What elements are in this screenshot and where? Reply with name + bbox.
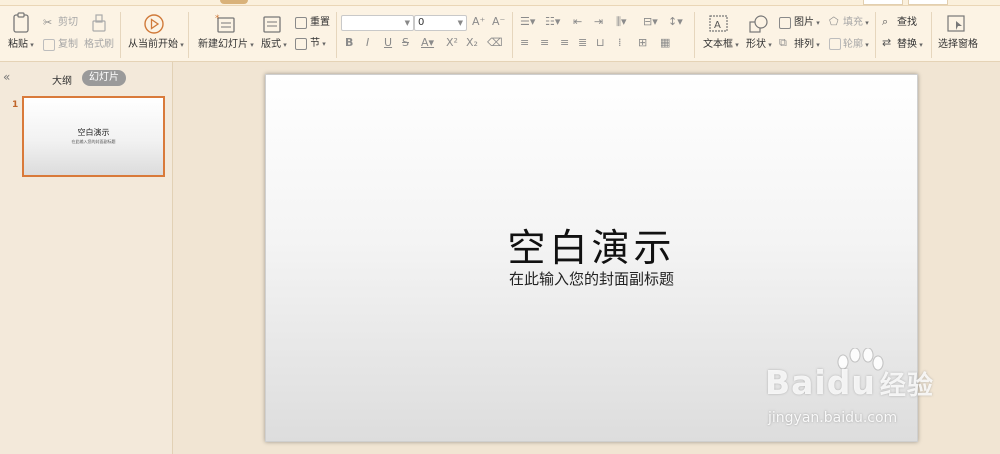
format-painter-button[interactable]: 格式刷 — [84, 39, 114, 51]
text-box-icon[interactable]: A — [708, 14, 730, 34]
tab-outline[interactable]: 大纲 — [52, 72, 72, 87]
play-from-current-button[interactable]: 从当前开始 — [128, 39, 184, 51]
slide-title[interactable]: 空白演示 — [266, 217, 917, 272]
bullet-list-icon[interactable]: ☰▾ — [520, 16, 535, 28]
align-left-icon[interactable]: ≡ — [520, 37, 529, 49]
font-size-value: 0 — [418, 17, 425, 28]
picture-button[interactable]: 图片 — [794, 17, 820, 29]
outline-icon — [829, 38, 841, 50]
text-direction-icon[interactable]: ⫼▾ — [616, 16, 627, 28]
svg-text:*: * — [215, 14, 220, 24]
fill-icon: ⬠ — [829, 15, 839, 28]
group-separator — [188, 12, 189, 58]
clear-format-icon[interactable]: ⌫ — [487, 37, 503, 49]
group-separator — [931, 12, 932, 58]
window-control-box[interactable] — [908, 0, 948, 5]
copy-button[interactable]: 复制 — [58, 39, 78, 51]
section-icon — [295, 38, 307, 50]
shape-button[interactable]: 形状 — [746, 39, 772, 51]
grow-font-icon[interactable]: A⁺ — [472, 16, 485, 28]
column-icon[interactable]: ⁞ — [618, 37, 622, 49]
watermark-url: jingyan.baidu.com — [768, 410, 898, 426]
paste-icon[interactable] — [10, 12, 32, 34]
distribute-icon[interactable]: ⊔ — [596, 37, 605, 49]
play-icon[interactable] — [143, 13, 165, 35]
new-slide-button[interactable]: 新建幻灯片 — [198, 39, 254, 51]
slide-thumbnail[interactable]: 空白演示 在此输入您的封面副标题 — [22, 96, 165, 177]
group-separator — [875, 12, 876, 58]
search-icon: ⌕ — [882, 15, 889, 28]
font-name-select[interactable]: ▼ — [341, 15, 414, 31]
strikethrough-icon[interactable]: S — [402, 37, 409, 49]
ribbon-toolbar: 粘贴 ✂ 剪切 复制 格式刷 从当前开始 * 新建幻灯片 版式 重置 节 ▼ 0 — [0, 6, 1000, 62]
numbered-list-icon[interactable]: ☷▾ — [545, 16, 560, 28]
layout-button[interactable]: 版式 — [261, 39, 287, 51]
selection-pane-icon[interactable] — [946, 14, 968, 34]
decrease-indent-icon[interactable]: ⇤ — [573, 16, 582, 28]
format-painter-icon — [92, 14, 106, 32]
thumbnail-subtitle: 在此输入您的封面副标题 — [71, 139, 116, 144]
watermark-brand: Baidu 经验 — [765, 363, 934, 402]
align-center-icon[interactable]: ≡ — [540, 37, 549, 49]
group-separator — [512, 12, 513, 58]
replace-icon: ⇄ — [882, 36, 892, 49]
selection-pane-button[interactable]: 选择窗格 — [938, 39, 978, 51]
slide-number: 1 — [12, 100, 19, 110]
italic-icon[interactable]: I — [366, 37, 369, 49]
arrange-icon: ⧉ — [779, 36, 787, 49]
reset-button[interactable]: 重置 — [310, 17, 330, 29]
slide-subtitle[interactable]: 在此输入您的封面副标题 — [266, 268, 917, 289]
align-text-icon[interactable]: ⊟▾ — [643, 16, 658, 28]
subscript-icon[interactable]: X₂ — [466, 37, 478, 49]
arrange-button[interactable]: 排列 — [794, 39, 820, 51]
watermark-brand-cn: 经验 — [879, 371, 934, 401]
new-slide-icon[interactable]: * — [214, 13, 236, 35]
shape-icon[interactable] — [748, 14, 770, 34]
font-color-icon[interactable]: A▾ — [421, 37, 434, 49]
paste-button[interactable]: 粘贴 — [8, 39, 34, 51]
group-separator — [336, 12, 337, 58]
increase-indent-icon[interactable]: ⇥ — [594, 16, 603, 28]
line-spacing-icon[interactable]: ↕▾ — [668, 16, 683, 28]
layout-icon[interactable] — [262, 15, 282, 35]
cut-button[interactable]: 剪切 — [58, 17, 78, 29]
watermark-brand-text: Bai — [765, 363, 827, 402]
underline-icon[interactable]: U — [384, 37, 392, 49]
scissors-icon: ✂ — [43, 16, 53, 29]
paragraph-settings-icon[interactable]: ▦ — [660, 37, 670, 49]
chevron-down-icon: ▼ — [457, 19, 463, 27]
group-separator — [120, 12, 121, 58]
find-button[interactable]: 查找 — [897, 17, 917, 29]
watermark-brand-suffix: du — [826, 363, 876, 402]
chevron-down-icon: ▼ — [404, 19, 410, 27]
copy-icon — [43, 39, 55, 51]
font-size-select[interactable]: 0 ▼ — [414, 15, 467, 31]
replace-button[interactable]: 替换 — [897, 39, 923, 51]
group-separator — [694, 12, 695, 58]
svg-text:A: A — [714, 20, 721, 31]
section-button[interactable]: 节 — [310, 38, 326, 50]
bold-icon[interactable]: B — [345, 37, 353, 49]
text-box-button[interactable]: 文本框 — [703, 39, 739, 51]
shrink-font-icon[interactable]: A⁻ — [492, 16, 505, 28]
justify-icon[interactable]: ≣ — [578, 37, 587, 49]
collapse-panel-icon[interactable]: « — [3, 70, 10, 84]
slide-thumbnail-panel: « 大纲 幻灯片 1 空白演示 在此输入您的封面副标题 — [0, 62, 173, 454]
tab-slides[interactable]: 幻灯片 — [82, 70, 126, 86]
window-control-box[interactable] — [863, 0, 903, 5]
picture-icon — [779, 17, 791, 29]
vertical-align-icon[interactable]: ⊞ — [638, 37, 647, 49]
fill-button[interactable]: 填充 — [843, 17, 869, 29]
superscript-icon[interactable]: X² — [446, 37, 458, 49]
reset-icon — [295, 17, 307, 29]
outline-button[interactable]: 轮廓 — [843, 39, 869, 51]
align-right-icon[interactable]: ≡ — [560, 37, 569, 49]
thumbnail-title: 空白演示 — [77, 128, 110, 137]
active-tab-indicator — [220, 0, 248, 4]
